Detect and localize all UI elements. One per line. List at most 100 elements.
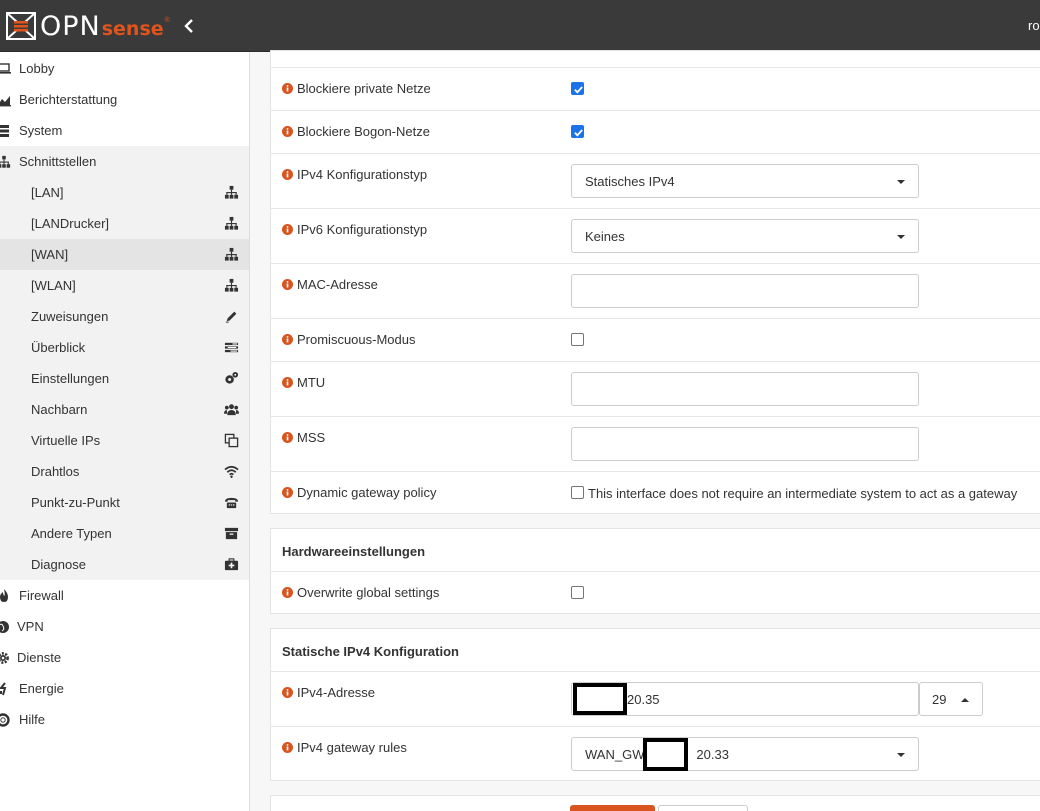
row-overwrite-global: Overwrite global settings — [271, 571, 1040, 613]
sidebar-item-system[interactable]: System — [0, 115, 249, 146]
sidebar-subitem-label: [LAN] — [31, 185, 64, 200]
block-bogon-label: Blockiere Bogon-Netze — [282, 124, 430, 139]
logo-accent-text: sense — [101, 18, 164, 40]
sidebar-item-hilfe[interactable]: Hilfe — [0, 704, 249, 735]
sidebar-subitem-label: Diagnose — [31, 557, 86, 572]
dynamic-gateway-text: This interface does not require an inter… — [588, 486, 1018, 501]
sidebar-subitem-einstellungen[interactable]: Einstellungen — [0, 363, 249, 394]
sidebar-item-label: System — [19, 123, 63, 138]
sidebar-subitem-label: Überblick — [31, 340, 86, 355]
card-header-cropped — [271, 51, 1040, 67]
promisc-checkbox[interactable] — [571, 333, 584, 346]
sidebar-subitem-punkt-zu-punkt[interactable]: Punkt-zu-Punkt — [0, 487, 249, 518]
mss-input[interactable] — [571, 427, 919, 461]
sidebar-subitem-landrucker[interactable]: [LANDrucker] — [0, 208, 249, 239]
row-dynamic-gateway: Dynamic gateway policy This interface do… — [271, 471, 1040, 514]
sidebar-nav: Lobby Berichterstattung System Schnittst… — [0, 53, 249, 735]
fax-icon — [224, 497, 239, 509]
sidebar-subitem-wan[interactable]: [WAN] — [0, 239, 249, 270]
sidebar-subitem-virtuelle-ips[interactable]: Virtuelle IPs — [0, 425, 249, 456]
info-icon[interactable] — [282, 224, 293, 235]
row-block-private: Blockiere private Netze — [271, 67, 1040, 110]
mac-input[interactable] — [571, 274, 919, 308]
info-icon[interactable] — [282, 377, 293, 388]
caret-down-icon — [897, 180, 905, 184]
save-button[interactable] — [570, 805, 655, 811]
info-icon[interactable] — [282, 126, 293, 137]
row-mss: MSS — [271, 416, 1040, 471]
info-icon[interactable] — [282, 279, 293, 290]
clone-icon — [224, 433, 239, 448]
sidebar-subitem-label: Zuweisungen — [31, 309, 109, 324]
sidebar-subitem-zuweisungen[interactable]: Zuweisungen — [0, 301, 249, 332]
info-icon[interactable] — [282, 83, 293, 94]
sidebar-subitem-lan[interactable]: [LAN] — [0, 177, 249, 208]
life-ring-icon — [0, 713, 10, 727]
user-menu[interactable]: ro — [1028, 18, 1040, 33]
sidebar-item-berichterstattung[interactable]: Berichterstattung — [0, 84, 249, 115]
sidebar-subitem-diagnose[interactable]: Diagnose — [0, 549, 249, 580]
info-icon[interactable] — [282, 334, 293, 345]
sidebar-item-vpn[interactable]: VPN — [0, 611, 249, 642]
overwrite-global-checkbox[interactable] — [571, 586, 584, 599]
sidebar-item-label: Berichterstattung — [19, 92, 118, 107]
promisc-label: Promiscuous-Modus — [282, 332, 416, 347]
archive-icon — [224, 527, 239, 540]
sidebar-item-energie[interactable]: Energie — [0, 673, 249, 704]
ipv4-gateway-select[interactable]: WAN_GW - 20.33 — [571, 737, 919, 771]
sidebar-subitem-andere-typen[interactable]: Andere Typen — [0, 518, 249, 549]
sidebar-item-lobby[interactable]: Lobby — [0, 53, 249, 84]
sidebar-item-label: Hilfe — [19, 712, 46, 727]
actions-card — [270, 795, 1040, 811]
sidebar-item-firewall[interactable]: Firewall — [0, 580, 249, 611]
info-icon[interactable] — [282, 587, 293, 598]
sitemap-icon — [224, 278, 239, 293]
ipv4-address-value: 20.35 — [627, 691, 660, 707]
block-private-checkbox[interactable] — [571, 82, 584, 95]
sidebar-subitem-label: Andere Typen — [31, 526, 112, 541]
static-ipv4-header: Statische IPv4 Konfiguration — [271, 629, 1040, 671]
ipv4-type-select[interactable]: Statisches IPv4 — [571, 164, 919, 198]
block-bogon-checkbox[interactable] — [571, 125, 584, 138]
opnsense-logo[interactable]: OPN sense ® — [6, 10, 170, 42]
ipv4-subnet-value: 29 — [932, 691, 947, 707]
dynamic-gateway-checkbox[interactable] — [571, 486, 584, 499]
info-icon[interactable] — [282, 687, 293, 698]
sidebar: Lobby Berichterstattung System Schnittst… — [0, 52, 250, 811]
static-ipv4-card: Statische IPv4 Konfiguration IPv4-Adress… — [270, 628, 1040, 781]
sidebar-subitem-ueberblick[interactable]: Überblick — [0, 332, 249, 363]
top-navbar: OPN sense ® ro — [0, 0, 1040, 52]
sidebar-subitem-nachbarn[interactable]: Nachbarn — [0, 394, 249, 425]
info-icon[interactable] — [282, 742, 293, 753]
row-ipv6-type: IPv6 Konfigurationstyp Keines — [271, 208, 1040, 263]
sidebar-item-schnittstellen[interactable]: Schnittstellen — [0, 146, 249, 177]
server-icon — [0, 125, 9, 137]
row-ipv4-type: IPv4 Konfigurationstyp Statisches IPv4 — [271, 153, 1040, 208]
info-icon[interactable] — [282, 487, 293, 498]
caret-up-icon — [961, 698, 969, 702]
sidebar-subitem-label: Einstellungen — [31, 371, 110, 386]
sitemap-icon — [0, 155, 11, 169]
block-private-label: Blockiere private Netze — [282, 81, 431, 96]
info-icon[interactable] — [282, 432, 293, 443]
sidebar-item-dienste[interactable]: Dienste — [0, 642, 249, 673]
sidebar-subitem-label: Virtuelle IPs — [31, 433, 101, 448]
ipv4-subnet-select[interactable]: 29 — [919, 682, 983, 716]
info-icon[interactable] — [282, 169, 293, 180]
ipv6-type-select[interactable]: Keines — [571, 219, 919, 253]
chevron-left-icon[interactable] — [181, 18, 197, 34]
sidebar-subitem-drahtlos[interactable]: Drahtlos — [0, 456, 249, 487]
caret-down-icon — [897, 753, 905, 757]
ipv4-type-label: IPv4 Konfigurationstyp — [282, 167, 427, 182]
sidebar-subitem-wlan[interactable]: [WLAN] — [0, 270, 249, 301]
row-ipv4-address: IPv4-Adresse 20.35 29 — [271, 671, 1040, 726]
plug-icon — [0, 682, 7, 696]
mtu-input[interactable] — [571, 372, 919, 406]
dynamic-gateway-label: Dynamic gateway policy — [282, 485, 436, 500]
sidebar-item-label: Schnittstellen — [19, 154, 97, 169]
laptop-icon — [0, 63, 11, 74]
sitemap-icon — [224, 185, 239, 200]
hardware-header: Hardwareeinstellungen — [271, 529, 1040, 571]
row-mac: MAC-Adresse — [271, 263, 1040, 318]
cancel-button[interactable] — [658, 805, 748, 811]
